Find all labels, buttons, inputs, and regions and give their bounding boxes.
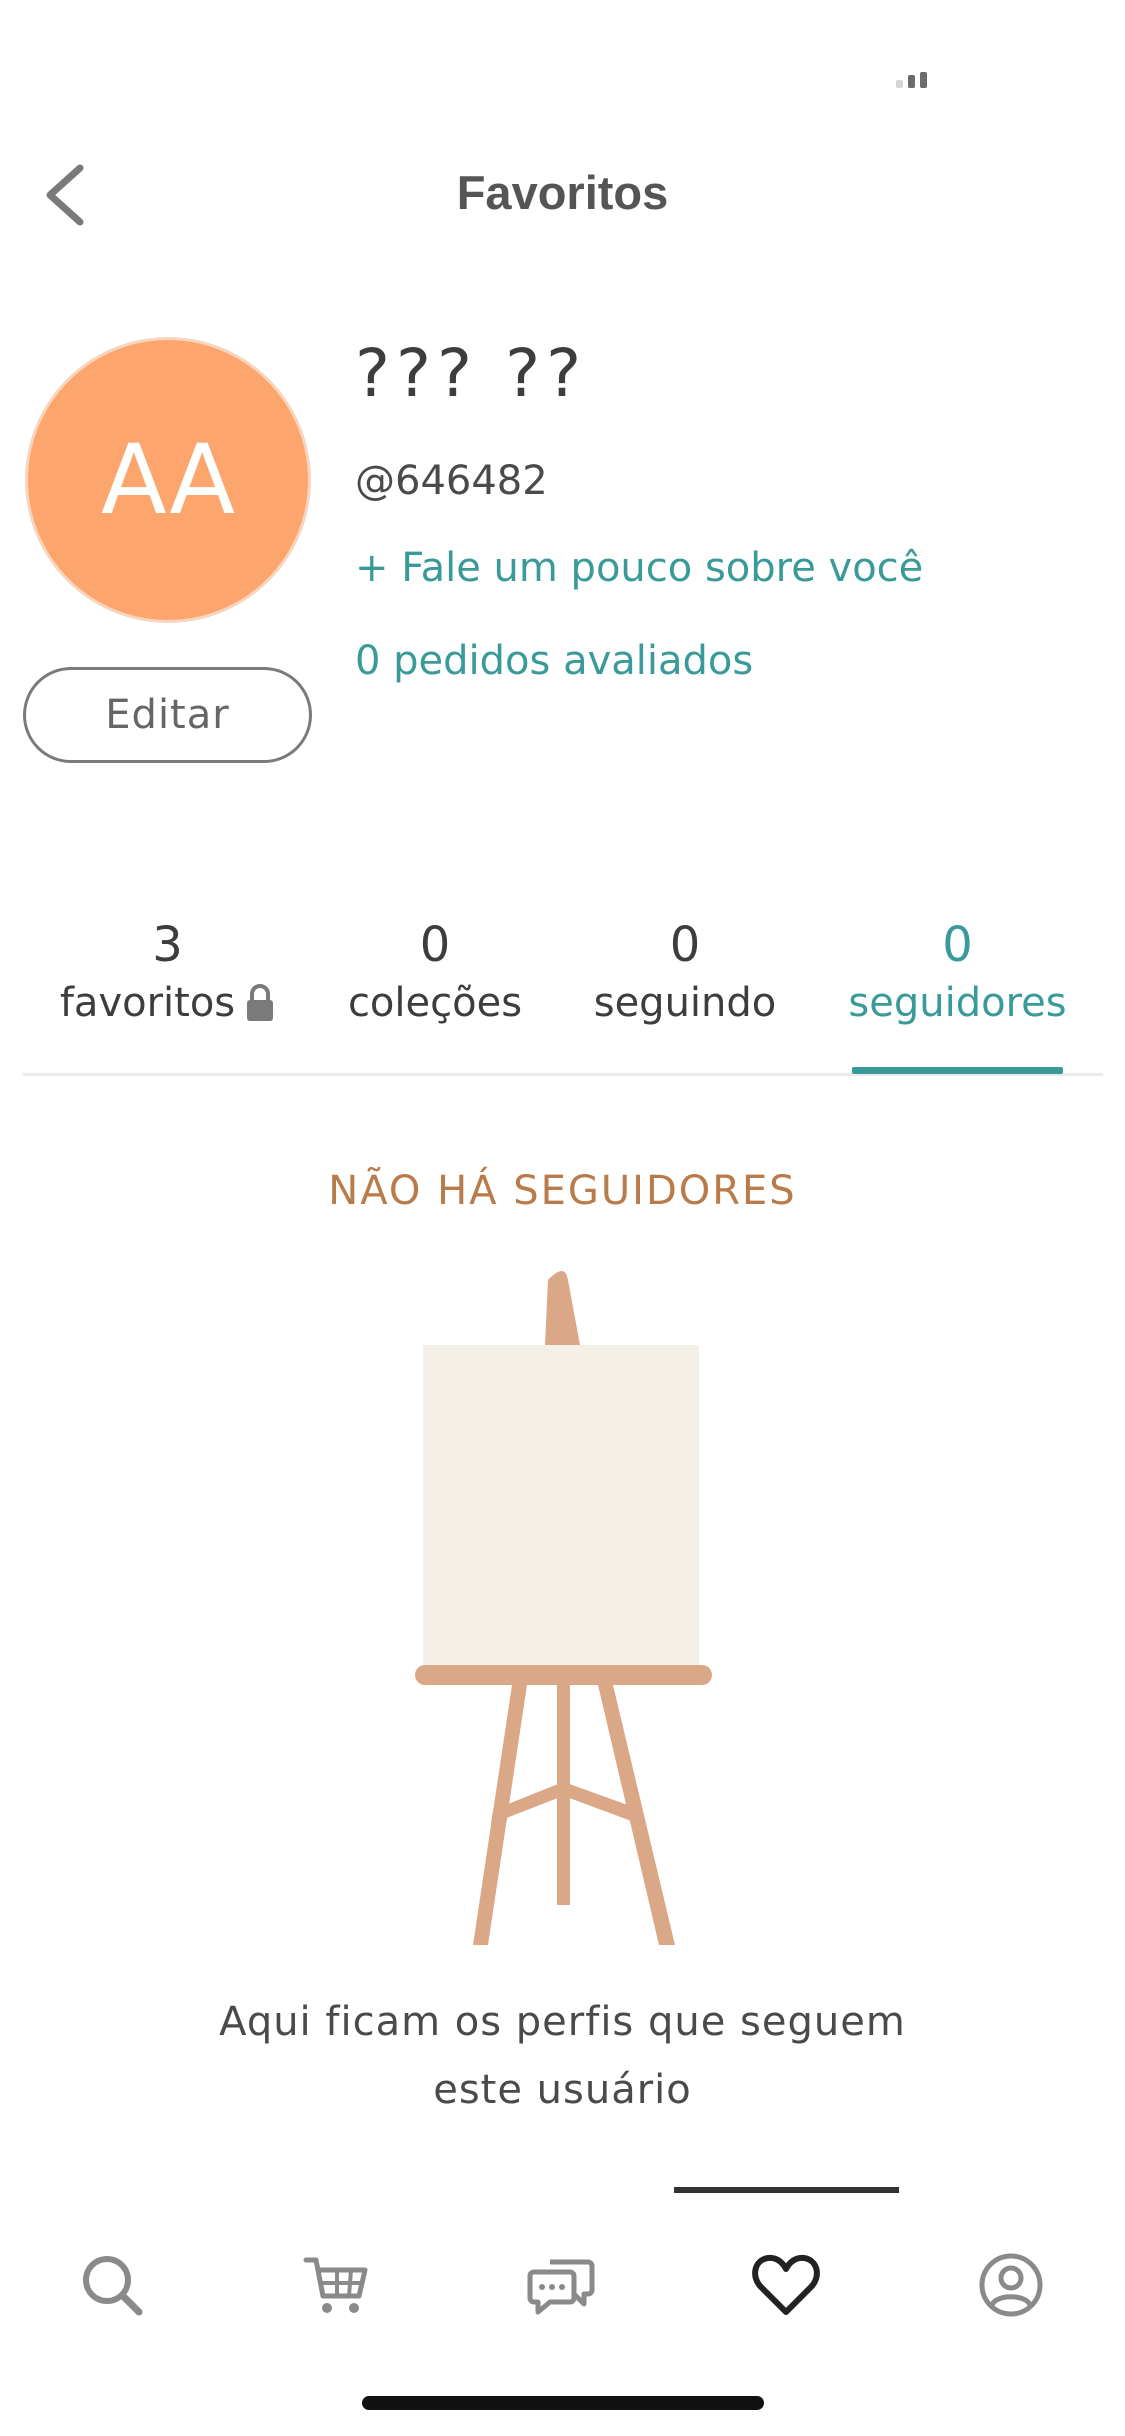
following-label: seguindo: [593, 980, 777, 1026]
active-tab-indicator: [852, 1067, 1063, 1074]
empty-state-line-2: este usuário: [433, 2067, 692, 2113]
home-indicator[interactable]: [362, 2396, 764, 2410]
favorites-count: 3: [152, 917, 183, 973]
reviews-link[interactable]: 0 pedidos avaliados: [355, 638, 753, 684]
heart-icon: [752, 2254, 820, 2315]
following-count: 0: [669, 917, 701, 973]
collections-count: 0: [419, 917, 451, 973]
avatar: AA: [25, 337, 311, 623]
empty-state-line-1: Aqui ficam os perfis que seguem: [219, 1999, 906, 2045]
favorites-label: favoritos: [59, 980, 236, 1026]
profile-name: ??? ??: [355, 335, 588, 412]
nav-cart[interactable]: [291, 2240, 381, 2330]
signal-icon: [896, 70, 936, 88]
tab-followers[interactable]: 0 seguidores: [845, 915, 1070, 1031]
nav-active-indicator: [674, 2187, 899, 2193]
nav-chat[interactable]: [516, 2240, 606, 2330]
add-bio-link[interactable]: + Fale um pouco sobre você: [355, 545, 923, 591]
lock-icon: [247, 984, 274, 1021]
edit-button[interactable]: Editar: [23, 667, 312, 763]
easel-icon: [415, 1271, 712, 1945]
page-title: Favoritos: [456, 166, 669, 219]
search-icon: [83, 2256, 143, 2316]
tab-favorites[interactable]: 3 favoritos: [55, 915, 280, 1031]
followers-count: 0: [942, 917, 973, 973]
nav-profile[interactable]: [966, 2240, 1056, 2330]
tab-collections[interactable]: 0 coleções: [330, 915, 540, 1031]
chat-icon: [527, 2259, 595, 2315]
followers-label: seguidores: [848, 980, 1067, 1026]
empty-state-description: Aqui ficam os perfis que seguem este usu…: [0, 1988, 1125, 2124]
avatar-initials: AA: [100, 424, 235, 536]
nav-search[interactable]: [67, 2240, 157, 2330]
cart-icon: [303, 2257, 368, 2313]
nav-favorites[interactable]: [741, 2240, 831, 2330]
tab-following[interactable]: 0 seguindo: [585, 915, 785, 1031]
profile-handle: @646482: [355, 458, 548, 504]
profile-icon: [979, 2253, 1043, 2317]
collections-label: coleções: [347, 980, 523, 1026]
empty-state-title: NÃO HÁ SEGUIDORES: [328, 1168, 797, 1214]
